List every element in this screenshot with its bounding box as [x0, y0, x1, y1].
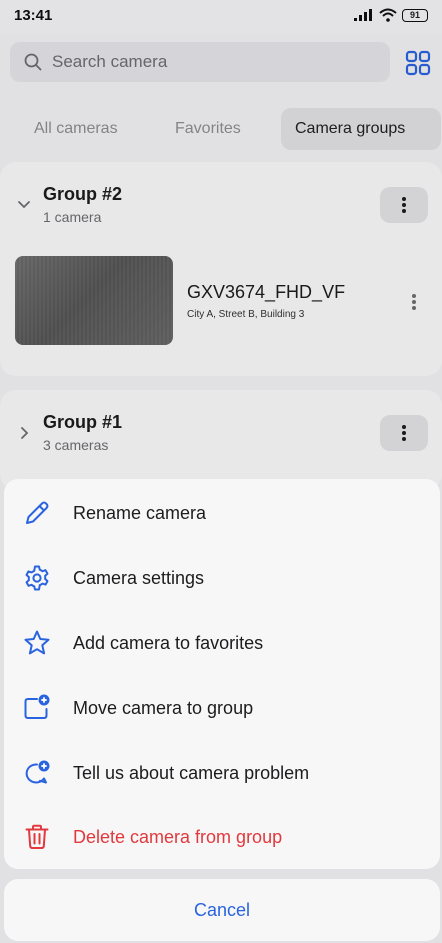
delete-camera-item[interactable]: Delete camera from group [4, 807, 440, 867]
chat-plus-icon [22, 758, 52, 788]
add-to-favorites-item[interactable]: Add camera to favorites [4, 613, 440, 673]
cancel-button[interactable]: Cancel [4, 879, 440, 941]
menu-item-label: Delete camera from group [73, 826, 283, 847]
menu-item-label: Add camera to favorites [73, 632, 264, 653]
gear-icon [22, 563, 52, 593]
trash-icon [22, 822, 52, 852]
camera-settings-item[interactable]: Camera settings [4, 548, 440, 608]
menu-item-label: Rename camera [73, 502, 207, 523]
pencil-icon [22, 498, 52, 528]
menu-item-label: Move camera to group [73, 697, 254, 718]
menu-item-label: Camera settings [73, 567, 205, 588]
move-to-group-item[interactable]: Move camera to group [4, 678, 440, 738]
menu-item-label: Tell us about camera problem [73, 762, 310, 783]
action-sheet: Rename camera Camera settings Add camera… [4, 479, 440, 869]
star-icon [22, 628, 52, 658]
rename-camera-item[interactable]: Rename camera [4, 483, 440, 543]
report-problem-item[interactable]: Tell us about camera problem [4, 743, 440, 803]
folder-plus-icon [22, 693, 52, 723]
